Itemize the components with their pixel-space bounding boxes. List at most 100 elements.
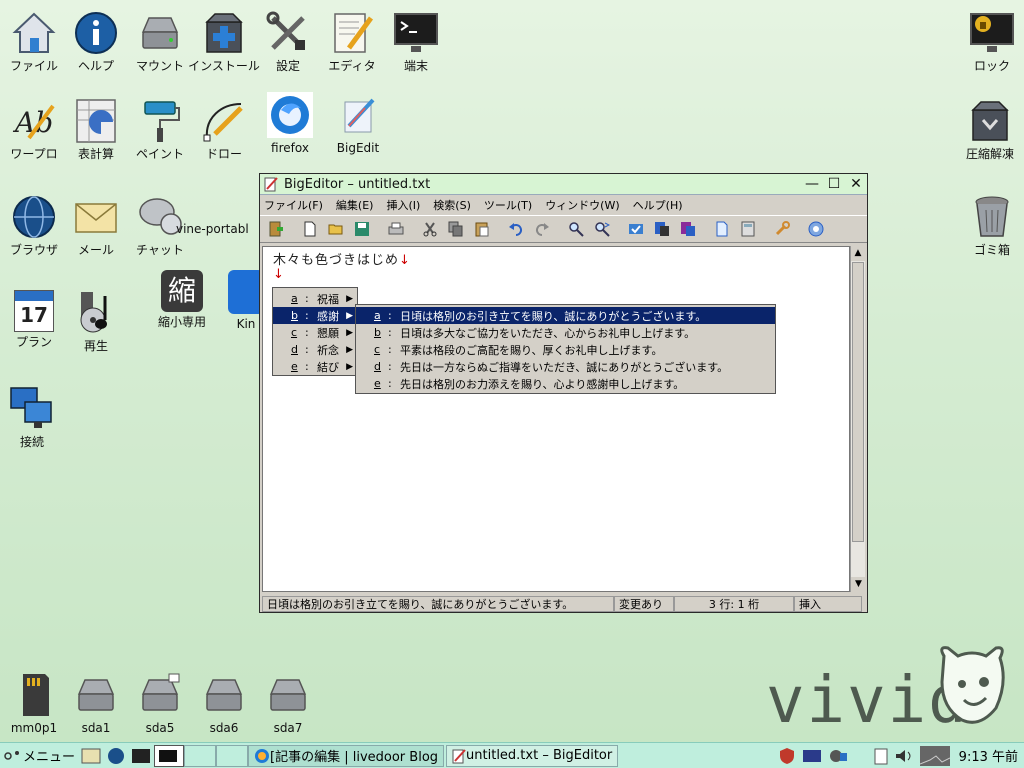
tray-cpu-monitor[interactable] — [917, 745, 953, 767]
ej-dictionary-icon — [655, 222, 669, 236]
menu-help[interactable]: ヘルプ(H) — [633, 197, 683, 213]
toolbar — [260, 215, 867, 243]
phrase-label: 先日は格別のお力添えを賜り、心より感謝申し上げます。 — [400, 377, 685, 391]
desktop-icon — [81, 748, 101, 763]
shrink-kanji-icon: 縮 — [161, 270, 203, 312]
menu-window[interactable]: ウィンドウ(W) — [545, 197, 619, 213]
redo-button[interactable] — [530, 218, 554, 240]
phrase-item[interactable]: d: 先日は一方ならぬご指導をいただき、誠にありがとうございます。 — [356, 358, 775, 375]
desktop-icon-bigedit[interactable]: BigEdit — [322, 92, 394, 155]
phrase-item[interactable]: c: 平素は格段のご高配を賜り、厚くお礼申し上げます。 — [356, 341, 775, 358]
scissors-icon — [423, 222, 437, 237]
desktop-icon-install[interactable]: インストール — [188, 10, 260, 73]
workspace-3[interactable] — [216, 744, 249, 767]
phrase-item[interactable]: a: 日頃は格別のお引き立てを賜り、誠にありがとうございます。 — [356, 307, 775, 324]
desktop-icon-trash[interactable]: ゴミ箱 — [956, 194, 1024, 257]
vertical-scrollbar[interactable]: ▲ ▼ — [850, 246, 866, 592]
launch-browser-button[interactable] — [104, 745, 128, 767]
scroll-thumb[interactable] — [852, 262, 864, 542]
settings-button[interactable] — [770, 218, 794, 240]
paste-button[interactable] — [470, 218, 494, 240]
desktop-icon-editor[interactable]: エディタ — [316, 10, 388, 73]
desktop-icon-sda7[interactable]: sda7 — [252, 672, 324, 735]
find-button[interactable] — [564, 218, 588, 240]
undo-arrow-icon — [509, 223, 522, 236]
hard-drive-icon — [205, 679, 243, 711]
menu-item-prayer[interactable]: d: 祈念 ▶ — [273, 341, 357, 358]
desktop-icon-help[interactable]: ヘルプ — [60, 10, 132, 73]
desktop-icon-shrink[interactable]: 縮 縮小専用 — [146, 270, 218, 329]
desktop-icon-draw[interactable]: ドロー — [188, 98, 260, 161]
menu-key: d — [291, 343, 298, 356]
save-button[interactable] — [350, 218, 374, 240]
scroll-up-arrow-icon[interactable]: ▲ — [851, 246, 865, 261]
menu-key: a — [374, 309, 381, 322]
workspace-1[interactable] — [154, 744, 185, 767]
undo-button[interactable] — [504, 218, 528, 240]
help-button[interactable] — [804, 218, 828, 240]
firefox-icon — [267, 92, 313, 138]
task-bigeditor[interactable]: untitled.txt – BigEditor — [446, 744, 619, 767]
desktop-icon-sda5[interactable]: sda5 — [124, 672, 196, 735]
phrase-item[interactable]: e: 先日は格別のお力添えを賜り、心より感謝申し上げます。 — [356, 375, 775, 392]
start-menu-button[interactable]: メニュー — [0, 745, 78, 767]
desktop-icon-play[interactable]: 再生 — [60, 290, 132, 353]
menu-item-thanks[interactable]: b: 感謝 ▶ — [273, 307, 357, 324]
scroll-down-arrow-icon[interactable]: ▼ — [851, 577, 866, 592]
desktop-icon-vine-portable[interactable]: vine-portabl — [176, 222, 260, 236]
menu-edit[interactable]: 編集(E) — [336, 197, 374, 213]
cut-button[interactable] — [418, 218, 442, 240]
desktop-icon-spreadsheet[interactable]: 表計算 — [60, 98, 132, 161]
close-button[interactable]: ✕ — [845, 175, 867, 193]
tray-shield-icon[interactable] — [775, 745, 799, 767]
task-label: untitled.txt – BigEditor — [466, 748, 613, 763]
replace-button[interactable] — [590, 218, 614, 240]
editor-line-1-text: 木々も色づきはじめ — [273, 253, 400, 268]
menu-insert[interactable]: 挿入(I) — [386, 197, 420, 213]
je-dictionary-button[interactable] — [676, 218, 700, 240]
tray-volume-icon[interactable] — [891, 745, 917, 767]
phrase-item[interactable]: b: 日頃は多大なご協力をいただき、心からお礼申し上げます。 — [356, 324, 775, 341]
calculator-button[interactable] — [736, 218, 760, 240]
menu-item-congratulations[interactable]: a: 祝福 ▶ — [273, 290, 357, 307]
workspace-2[interactable] — [184, 744, 217, 767]
desktop-icon-terminal[interactable]: 端末 — [380, 10, 452, 73]
open-folder-icon — [328, 224, 343, 235]
desktop-icon-mount[interactable]: マウント — [124, 10, 196, 73]
desktop-icon-mail[interactable]: メール — [60, 194, 132, 257]
launch-terminal-button[interactable] — [128, 745, 154, 767]
maximize-button[interactable]: ☐ — [823, 175, 845, 193]
tray-keyboard-input-icon[interactable] — [799, 745, 825, 767]
menu-file[interactable]: ファイル(F) — [264, 197, 323, 213]
print-button[interactable] — [384, 218, 408, 240]
minimize-button[interactable]: — — [801, 175, 823, 193]
menu-search[interactable]: 検索(S) — [433, 197, 471, 213]
check-button[interactable] — [624, 218, 648, 240]
exit-button[interactable] — [264, 218, 288, 240]
desktop-icon-connect[interactable]: 接続 — [0, 386, 68, 449]
desktop-icon-sda1[interactable]: sda1 — [60, 672, 132, 735]
desktop-icon-lock[interactable]: ロック — [956, 10, 1024, 73]
bigeditor-app-icon — [264, 177, 278, 192]
desktop-icon-settings[interactable]: 設定 — [252, 10, 324, 73]
menu-tools[interactable]: ツール(T) — [484, 197, 532, 213]
show-desktop-button[interactable] — [78, 745, 104, 767]
replace-magnifier-icon — [595, 222, 610, 237]
tray-network-icon[interactable] — [825, 745, 851, 767]
ej-dictionary-button[interactable] — [650, 218, 674, 240]
menu-item-closing[interactable]: e: 結び ▶ — [273, 358, 357, 375]
copy-button[interactable] — [444, 218, 468, 240]
window-titlebar[interactable]: BigEditor – untitled.txt — ☐ ✕ — [260, 174, 867, 195]
document-button[interactable] — [710, 218, 734, 240]
task-firefox-blog[interactable]: [記事の編集 | livedoor Blog — [248, 744, 445, 767]
desktop-icon-sda6[interactable]: sda6 — [188, 672, 260, 735]
hard-drive-icon — [269, 679, 307, 711]
menu-item-request[interactable]: c: 懇願 ▶ — [273, 324, 357, 341]
clock[interactable]: 9:13 午前 — [953, 746, 1024, 765]
open-file-button[interactable] — [324, 218, 348, 240]
desktop-icon-paint[interactable]: ペイント — [124, 98, 196, 161]
desktop-icon-firefox[interactable]: firefox — [254, 92, 326, 155]
new-file-button[interactable] — [298, 218, 322, 240]
desktop-icon-archive[interactable]: 圧縮解凍 — [954, 98, 1024, 161]
tray-clipboard-icon[interactable] — [871, 745, 891, 767]
